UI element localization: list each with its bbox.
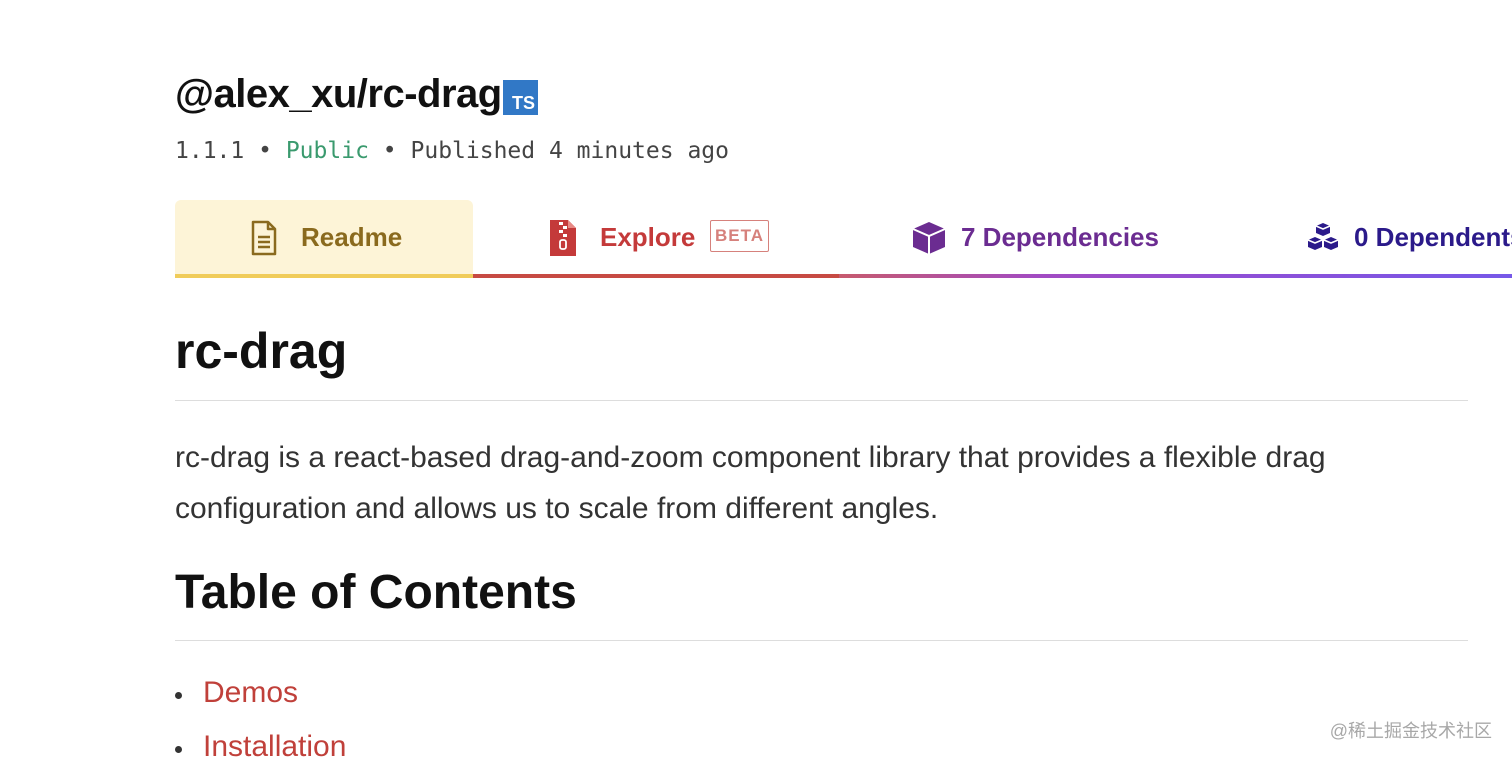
typescript-badge: TS [503,80,538,115]
version: 1.1.1 [175,138,245,164]
separator: • [382,138,397,164]
toc-link-demos[interactable]: Demos [203,676,298,710]
visibility-label: Public [285,138,369,164]
file-zip-icon [550,220,576,256]
heading-divider [175,400,1468,401]
package-tabs: Readme Explore BETA 7 Dependencies 0 Dep… [175,200,1512,278]
tab-underline [839,274,1235,278]
bullet [175,746,182,753]
published-time: Published 4 minutes ago [410,138,730,164]
separator: • [258,138,272,164]
tab-dependents-label: 0 Dependents [1354,222,1512,252]
readme-title: rc-drag [175,323,348,379]
tab-dependencies[interactable]: 7 Dependencies [839,200,1235,278]
tab-explore[interactable]: Explore BETA [473,200,839,278]
toc-heading: Table of Contents [175,566,577,619]
package-meta: 1.1.1 • Public • Published 4 minutes ago [175,138,729,164]
watermark: @稀土掘金技术社区 [1329,721,1492,741]
tab-underline [175,274,473,278]
boxes-icon [1307,223,1339,250]
tab-underline [473,274,839,278]
tab-underline [1235,274,1512,278]
bullet [175,692,182,699]
box-icon [912,222,946,254]
beta-badge: BETA [710,220,770,252]
tab-readme-label: Readme [301,222,403,252]
npm-package-page: @alex_xu/rc-drag TS 1.1.1 • Public • Pub… [0,0,1512,761]
tab-dependents[interactable]: 0 Dependents [1235,200,1512,278]
tab-dependencies-label: 7 Dependencies [961,222,1159,252]
file-text-icon [251,220,277,256]
tab-explore-label: Explore [600,222,696,252]
toc-link-installation[interactable]: Installation [203,730,346,761]
package-name: @alex_xu/rc-drag [175,72,502,116]
heading-divider [175,640,1468,641]
tab-readme[interactable]: Readme [175,200,473,278]
readme-description: rc-drag is a react-based drag-and-zoom c… [175,441,1326,525]
